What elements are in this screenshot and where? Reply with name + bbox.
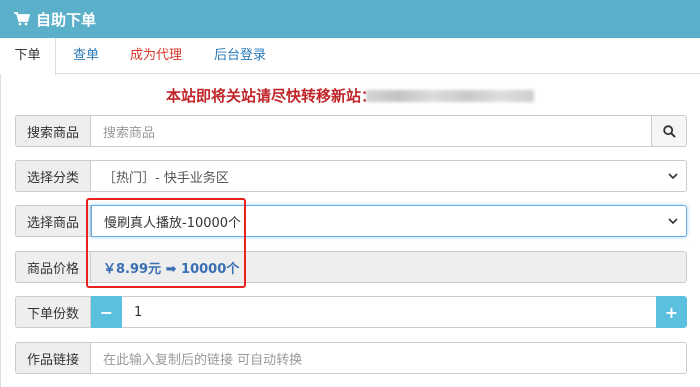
quantity-label: 下单份数 — [15, 296, 91, 328]
category-value: ［热门］- 快手业务区 — [103, 170, 229, 186]
product-label: 选择商品 — [15, 205, 91, 237]
decrement-button[interactable]: − — [91, 296, 122, 328]
search-placeholder: 搜索商品 — [103, 125, 156, 141]
increment-button[interactable]: + — [656, 296, 687, 328]
search-button[interactable] — [652, 115, 687, 147]
search-label: 搜索商品 — [15, 115, 91, 147]
tab-admin-login[interactable]: 后台登录 — [214, 38, 266, 74]
closure-notice: 本站即将关站请尽快转移新站： — [0, 84, 700, 108]
price-row: 商品价格 ￥8.99元 ➡ 10000个 — [15, 251, 687, 283]
link-placeholder: 在此输入复制后的链接 可自动转换 — [103, 352, 303, 368]
cart-icon — [14, 12, 30, 26]
tab-bar: 下单 查单 成为代理 后台登录 — [0, 38, 700, 75]
product-select[interactable]: 慢刷真人播放-10000个 — [91, 205, 687, 237]
product-row: 选择商品 慢刷真人播放-10000个 — [15, 205, 687, 237]
price-label: 商品价格 — [15, 251, 91, 283]
header-title: 自助下单 — [36, 10, 97, 29]
link-input[interactable]: 在此输入复制后的链接 可自动转换 — [91, 342, 687, 374]
app-header: 自助下单 — [0, 0, 700, 38]
category-row: 选择分类 ［热门］- 快手业务区 — [15, 160, 687, 192]
quantity-row: 下单份数 − 1 + — [15, 296, 687, 328]
link-label: 作品链接 — [15, 342, 91, 374]
redacted-url — [366, 90, 534, 102]
tab-become-agent[interactable]: 成为代理 — [130, 38, 182, 74]
price-value: ￥8.99元 ➡ 10000个 — [103, 261, 240, 277]
tab-query-order[interactable]: 查单 — [73, 38, 99, 74]
notice-text: 本站即将关站请尽快转移新站： — [166, 87, 377, 105]
tab-order[interactable]: 下单 — [0, 38, 56, 75]
product-value: 慢刷真人播放-10000个 — [104, 215, 242, 231]
chevron-down-icon — [668, 173, 678, 180]
search-row: 搜索商品 搜索商品 — [15, 115, 687, 147]
price-display: ￥8.99元 ➡ 10000个 — [91, 251, 687, 283]
search-icon — [662, 124, 676, 138]
quantity-input[interactable]: 1 — [122, 296, 656, 328]
category-select[interactable]: ［热门］- 快手业务区 — [91, 160, 687, 192]
search-input[interactable]: 搜索商品 — [91, 115, 652, 147]
category-label: 选择分类 — [15, 160, 91, 192]
link-row: 作品链接 在此输入复制后的链接 可自动转换 — [15, 342, 687, 374]
chevron-down-icon — [668, 218, 678, 225]
